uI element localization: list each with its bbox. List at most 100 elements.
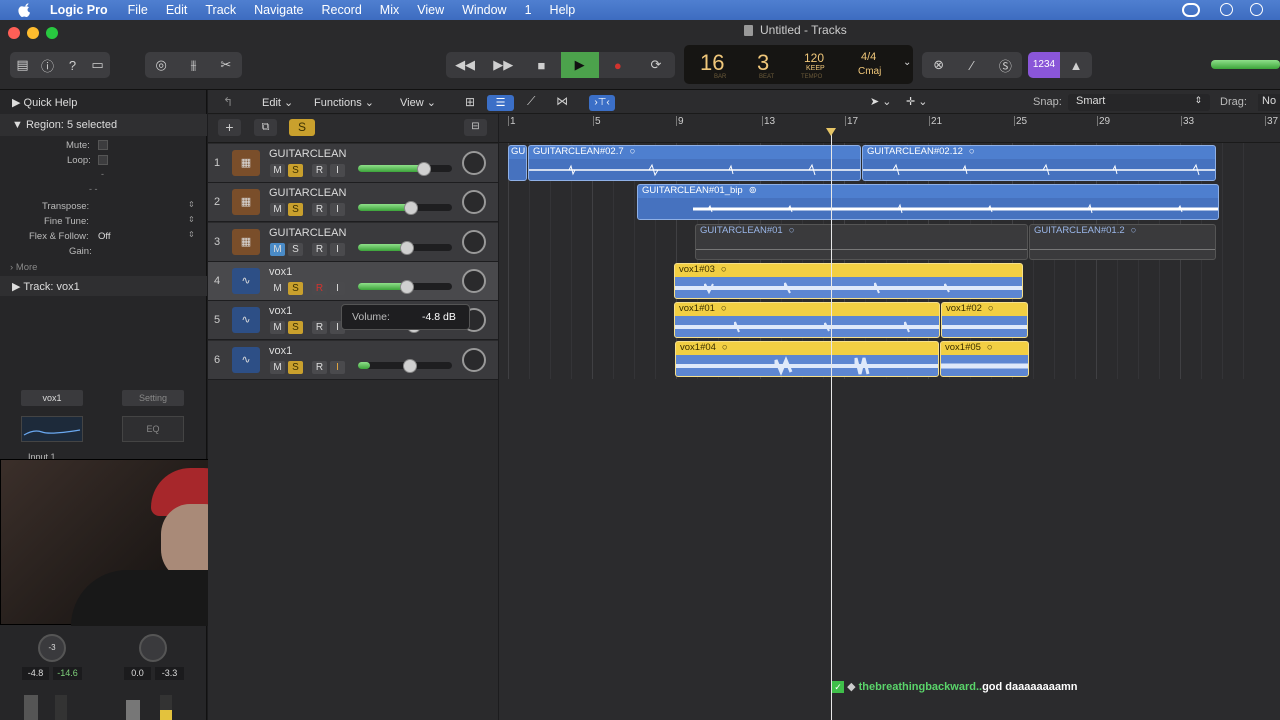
volume-handle[interactable] xyxy=(417,162,431,176)
input-monitor-button[interactable]: I xyxy=(330,164,345,177)
record-enable-button[interactable]: R xyxy=(312,360,327,374)
catch-icon[interactable]: ›⊤‹ xyxy=(589,95,615,111)
record-icon[interactable]: ● xyxy=(599,58,637,73)
track-header[interactable]: ▶ Track: vox1 xyxy=(12,280,80,293)
drag-dropdown[interactable]: No xyxy=(1258,94,1280,111)
lcd-signature[interactable]: 4/4 xyxy=(861,51,876,63)
peak-readout-right[interactable]: -3.3 xyxy=(155,667,184,680)
apple-icon[interactable] xyxy=(18,3,32,18)
fine-tune-stepper-icon[interactable]: ⇕ xyxy=(188,215,195,224)
minimize-window-button[interactable] xyxy=(27,27,39,39)
region-r6b[interactable]: vox1#05 ○ xyxy=(940,341,1029,377)
peak-readout-left[interactable]: -14.6 xyxy=(53,667,82,680)
mute-button[interactable]: M xyxy=(270,281,285,295)
waveform-icon[interactable]: ∿ xyxy=(232,267,260,294)
bar-ruler[interactable]: 1 5 9 13 17 21 25 29 33 37 xyxy=(499,114,1280,143)
pointer-tool-icon[interactable]: ➤ ⌄ xyxy=(870,95,892,108)
editors-icon[interactable]: ✂ xyxy=(210,57,242,73)
volume-handle[interactable] xyxy=(404,201,418,216)
loop-checkbox[interactable] xyxy=(98,155,108,165)
more-toggle[interactable]: › More xyxy=(10,262,37,273)
track-row[interactable]: 6 ∿ vox1 M S R I xyxy=(208,340,498,380)
playhead-marker-icon[interactable] xyxy=(826,128,836,136)
add-track-button[interactable]: + xyxy=(218,119,241,136)
region-r6a[interactable]: vox1#04 ○ xyxy=(675,341,939,377)
creative-cloud-icon[interactable] xyxy=(1182,3,1200,17)
eq-button[interactable]: EQ xyxy=(122,416,184,442)
pan-knob[interactable] xyxy=(462,229,486,254)
input-monitor-button[interactable]: I xyxy=(330,203,345,217)
solo-button[interactable]: S xyxy=(288,203,303,217)
playhead[interactable] xyxy=(831,128,832,720)
metronome-icon[interactable]: ▲ xyxy=(1060,58,1092,73)
volume-handle[interactable] xyxy=(400,279,414,294)
menu-view[interactable]: View xyxy=(417,3,444,17)
region-r1b[interactable]: GUITARCLEAN#02.7 ○ xyxy=(528,145,861,181)
lcd-display[interactable]: 16 3 BAR BEAT 120 KEEP TEMPO 4/4 Cmaj ⌄ xyxy=(684,45,913,84)
mute-checkbox[interactable] xyxy=(98,140,108,150)
flex-stepper-icon[interactable]: ⇕ xyxy=(188,230,195,239)
global-solo-button[interactable]: S xyxy=(289,119,315,136)
mute-button[interactable]: M xyxy=(270,203,285,217)
second-tool-icon[interactable]: ✛ ⌄ xyxy=(906,95,928,108)
play-icon[interactable]: ▶ xyxy=(560,52,599,78)
pan-knob-right[interactable] xyxy=(139,634,167,662)
guitar-amp-icon[interactable]: ▦ xyxy=(232,189,260,216)
pan-knob[interactable] xyxy=(462,151,486,175)
toolbar-icon[interactable]: ▭ xyxy=(85,57,110,73)
volume-readout-left[interactable]: -4.8 xyxy=(22,667,49,680)
master-volume-slider[interactable] xyxy=(1211,60,1280,69)
solo-button[interactable]: S xyxy=(288,321,303,335)
volume-slider[interactable] xyxy=(358,165,452,172)
channel-strip-name[interactable]: vox1 xyxy=(21,390,83,406)
mute-button[interactable]: M xyxy=(270,360,285,374)
snap-dropdown[interactable]: Smart ⇕ xyxy=(1068,94,1210,111)
region-r3b[interactable]: GUITARCLEAN#01.2 ○ xyxy=(1029,224,1216,260)
catch-playhead-icon[interactable]: ⊟ xyxy=(464,119,487,136)
solo-button[interactable]: S xyxy=(288,242,303,256)
fader-right[interactable] xyxy=(126,700,140,720)
track-row[interactable]: 3 ▦ GUITARCLEAN M S R I xyxy=(208,222,498,262)
setting-button[interactable]: Setting xyxy=(122,390,184,406)
cycle-icon[interactable]: ⟳ xyxy=(637,57,675,73)
view-menu[interactable]: View ⌄ xyxy=(400,96,436,109)
replace-icon[interactable]: ⊗ xyxy=(922,57,955,73)
zoom-window-button[interactable] xyxy=(46,27,58,39)
clock-icon[interactable] xyxy=(1250,3,1263,16)
rewind-icon[interactable]: ◀◀ xyxy=(446,57,484,73)
menu-record[interactable]: Record xyxy=(322,3,362,17)
menu-edit[interactable]: Edit xyxy=(166,3,188,17)
pan-knob[interactable] xyxy=(462,347,486,372)
track-row[interactable]: 4 ∿ vox1 M S R I xyxy=(208,261,498,301)
track-name[interactable]: GUITARCLEAN xyxy=(269,187,346,199)
record-enable-button[interactable]: R xyxy=(312,203,327,217)
functions-menu[interactable]: Functions ⌄ xyxy=(314,96,374,109)
menu-file[interactable]: File xyxy=(128,3,148,17)
mute-button[interactable]: M xyxy=(270,242,285,256)
volume-readout-right[interactable]: 0.0 xyxy=(124,667,151,680)
count-in-button[interactable]: 1234 xyxy=(1028,52,1060,78)
menu-track[interactable]: Track xyxy=(205,3,236,17)
list-view-icon[interactable]: ☰ xyxy=(487,95,514,111)
region-r5a[interactable]: vox1#01 ○ xyxy=(674,302,940,338)
inspector-icon[interactable]: ⓘ xyxy=(35,56,60,75)
region-header[interactable]: ▼ Region: 5 selected xyxy=(12,119,117,131)
menu-1[interactable]: 1 xyxy=(525,3,532,17)
track-name[interactable]: GUITARCLEAN xyxy=(269,227,346,239)
record-enable-button[interactable]: R xyxy=(312,164,327,177)
solo-button[interactable]: S xyxy=(288,360,303,374)
track-name[interactable]: vox1 xyxy=(269,266,292,278)
fader-left[interactable] xyxy=(24,695,38,720)
record-enable-button[interactable]: R xyxy=(312,321,327,335)
region-r2a[interactable]: GUITARCLEAN#01_bip ⊚ xyxy=(637,184,1219,220)
menu-window[interactable]: Window xyxy=(462,3,506,17)
pan-knob[interactable] xyxy=(462,190,486,215)
solo-button[interactable]: S xyxy=(288,164,303,177)
guitar-amp-icon[interactable]: ▦ xyxy=(232,150,260,176)
guitar-amp-icon[interactable]: ▦ xyxy=(232,228,260,255)
region-r1a[interactable]: GU xyxy=(508,145,527,181)
menu-app-name[interactable]: Logic Pro xyxy=(50,3,108,17)
record-enable-button[interactable]: R xyxy=(312,281,327,295)
region-r1c[interactable]: GUITARCLEAN#02.12 ○ xyxy=(862,145,1216,181)
edit-menu[interactable]: Edit ⌄ xyxy=(262,96,293,109)
